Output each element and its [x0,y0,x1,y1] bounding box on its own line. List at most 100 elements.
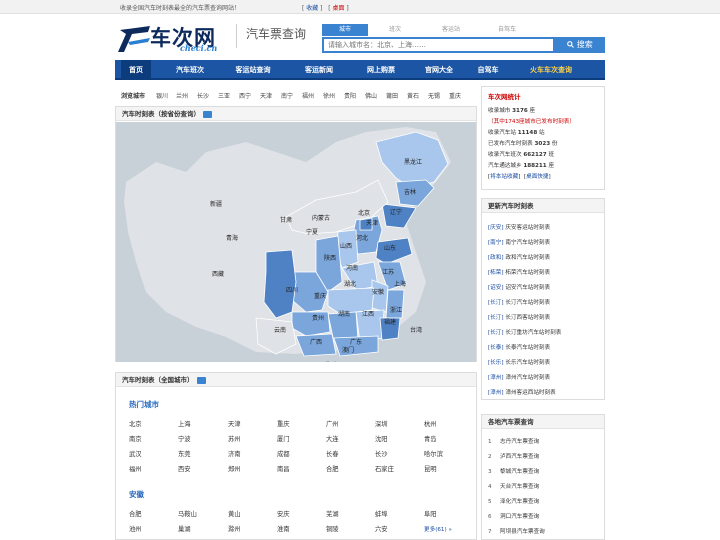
city-link[interactable]: 苏州 [228,434,241,443]
timetable-link[interactable]: [长汀] 长汀重坊汽车站时刻表 [488,328,561,336]
province-label[interactable]: 山西 [340,242,352,250]
nav-train-query[interactable]: 火车车次查询 [519,60,583,80]
city-link[interactable]: 大连 [326,434,339,443]
province-label[interactable]: 贵州 [312,314,324,322]
city-link[interactable]: 宁波 [178,434,191,443]
city-link[interactable]: 巢湖 [178,524,191,533]
province-label[interactable]: 山东 [384,244,396,252]
bookmark-site-link[interactable]: 将本站收藏 [490,174,518,180]
city-link[interactable]: 天津 [228,419,241,428]
province-label[interactable]: 云南 [274,326,286,334]
province-label[interactable]: 辽宁 [390,208,402,216]
nav-station-query[interactable]: 客运站查询 [227,60,279,80]
city-link[interactable]: 青岛 [424,434,437,443]
timetable-link[interactable]: [长乐] 长乐汽车站时刻表 [488,358,550,366]
city-link[interactable]: 上海 [178,419,191,428]
browse-city[interactable]: 徐州 [323,91,335,100]
timetable-link[interactable]: [长泰] 长泰汽车站时刻表 [488,343,550,351]
more-cities-link[interactable]: 更多(61) » [424,525,452,533]
city-link[interactable]: 北京 [129,419,142,428]
bookmark-link[interactable]: 收藏 [306,5,318,12]
city-link[interactable]: 深圳 [375,419,388,428]
province-label[interactable]: 广西 [310,338,322,346]
nav-news[interactable]: 客运新闻 [293,60,345,80]
city-link[interactable]: 济南 [228,449,241,458]
city-link[interactable]: 郑州 [228,464,241,473]
city-link[interactable]: 哈尔滨 [424,449,443,458]
province-label[interactable]: 西藏 [212,270,224,278]
browse-city[interactable]: 无锡 [428,91,440,100]
browse-city[interactable]: 兰州 [176,91,188,100]
province-label[interactable]: 江苏 [382,268,394,276]
city-link[interactable]: 六安 [375,524,388,533]
timetable-link[interactable]: [漳州] 漳州汽车站时刻表 [488,373,550,381]
timetable-link[interactable]: [庆安] 庆安客运站时刻表 [488,223,550,231]
tab-selfdrive[interactable]: 自驾车 [484,24,530,36]
ticket-query-link[interactable]: 6 洞口汽车票查询 [488,512,539,520]
browse-city[interactable]: 天津 [260,91,272,100]
province-label[interactable]: 内蒙古 [312,214,330,222]
tab-route[interactable]: 班次 [372,24,418,36]
nav-home[interactable]: 首页 [121,60,151,80]
city-link[interactable]: 南京 [129,434,142,443]
browse-city[interactable]: 三亚 [218,91,230,100]
city-link[interactable]: 阜阳 [424,509,437,518]
province-label[interactable]: 江西 [362,311,374,318]
province-label[interactable]: 天津 [366,220,378,227]
city-link[interactable]: 淮南 [277,524,290,533]
timetable-link[interactable]: [政和] 政和汽车站时刻表 [488,253,550,261]
city-link[interactable]: 铜陵 [326,524,339,533]
province-label[interactable]: 黑龙江 [404,158,422,166]
city-link[interactable]: 黄山 [228,509,241,518]
province-label[interactable]: 北京 [358,209,370,217]
browse-city[interactable]: 黄石 [407,91,419,100]
ticket-query-link[interactable]: 2 泸西汽车票查询 [488,452,539,460]
timetable-link[interactable]: [长汀] 长汀西客站时刻表 [488,313,550,321]
province-label[interactable]: 湖北 [344,280,356,288]
ticket-query-link[interactable]: 4 天台汽车票查询 [488,482,539,490]
province-label[interactable]: 河北 [356,234,368,242]
province-label[interactable]: 澳门 [342,346,354,354]
timetable-link[interactable]: [长汀] 长汀汽车站时刻表 [488,298,550,306]
city-link[interactable]: 池州 [129,524,142,533]
nav-routes[interactable]: 汽车班次 [167,60,213,80]
nav-buy-online[interactable]: 网上购票 [355,60,407,80]
city-link[interactable]: 东莞 [178,449,191,458]
province-label[interactable]: 新疆 [210,200,222,208]
city-link[interactable]: 重庆 [277,419,290,428]
city-link[interactable]: 滁州 [228,524,241,533]
ticket-query-link[interactable]: 7 阿坝县汽车票查询 [488,527,545,535]
search-input[interactable] [324,39,553,51]
nav-self-drive[interactable]: 自驾车 [467,60,509,80]
province-label[interactable]: 安徽 [372,288,384,296]
province-label[interactable]: 宁夏 [306,228,318,236]
province-sichuan[interactable] [263,249,297,319]
province-label[interactable]: 广东 [350,338,362,346]
browse-city[interactable]: 重庆 [449,91,461,100]
browse-city[interactable]: 莆田 [386,91,398,100]
browse-city[interactable]: 长沙 [197,91,209,100]
province-label[interactable]: 上海 [394,280,406,288]
ticket-query-link[interactable]: 3 黎城汽车票查询 [488,467,539,475]
timetable-link[interactable]: [漳州] 漳州客运西站时刻表 [488,388,556,396]
browse-city[interactable]: 南宁 [281,91,293,100]
province-label[interactable]: 河南 [346,264,358,272]
city-link[interactable]: 石家庄 [375,464,394,473]
province-label[interactable]: 陕西 [324,254,336,262]
province-label[interactable]: 重庆 [314,292,326,300]
browse-city[interactable]: 银川 [156,91,168,100]
desktop-link[interactable]: 桌面 [332,5,344,12]
city-link[interactable]: 杭州 [424,419,437,428]
ticket-query-link[interactable]: 1 志丹汽车票查询 [488,437,539,445]
desktop-shortcut-link[interactable]: 桌面快捷 [526,174,548,180]
nav-official-sites[interactable]: 官网大全 [413,60,465,80]
province-label[interactable]: 四川 [286,287,298,294]
city-link[interactable]: 合肥 [129,509,142,518]
timetable-link[interactable]: [南宁] 南宁汽车站时刻表 [488,238,550,246]
city-link[interactable]: 马鞍山 [178,509,197,518]
province-label[interactable]: 青海 [226,234,238,242]
city-link[interactable]: 长沙 [375,449,388,458]
province-label[interactable]: 湖南 [338,310,350,318]
province-label[interactable]: 吉林 [404,188,416,196]
timetable-link[interactable]: [柘荣] 柘荣汽车站时刻表 [488,268,550,276]
